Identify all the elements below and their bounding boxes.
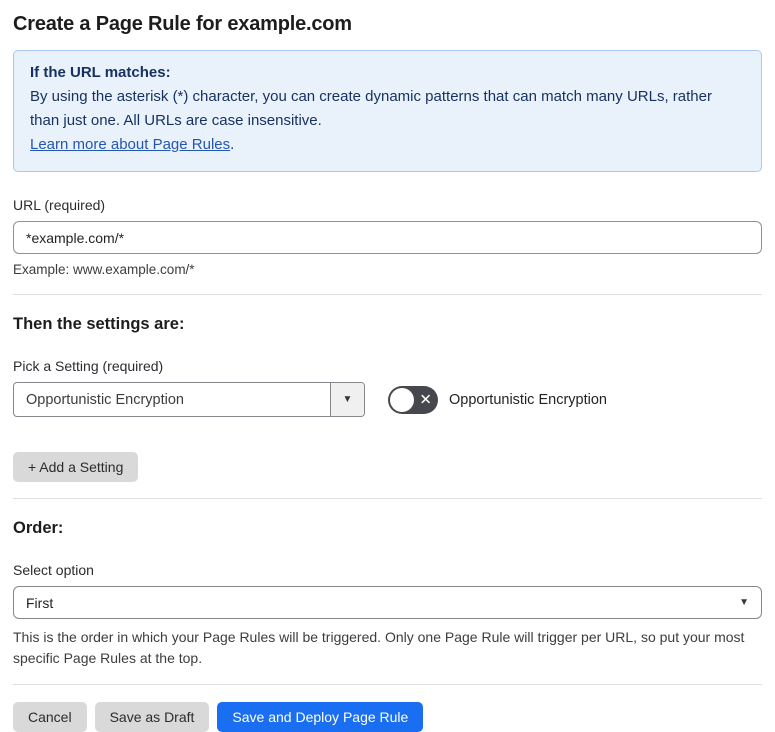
- save-draft-button[interactable]: Save as Draft: [94, 702, 210, 732]
- order-select-label: Select option: [13, 562, 94, 578]
- section-divider: [13, 294, 762, 295]
- save-deploy-button[interactable]: Save and Deploy Page Rule: [217, 702, 424, 732]
- url-field-label: URL (required): [13, 197, 106, 213]
- url-input[interactable]: [13, 221, 762, 254]
- setting-dropdown-button[interactable]: ▼: [330, 383, 364, 416]
- form-actions: Cancel Save as Draft Save and Deploy Pag…: [13, 702, 762, 732]
- setting-dropdown[interactable]: Opportunistic Encryption ▼: [13, 382, 365, 417]
- learn-more-link[interactable]: Learn more about Page Rules: [30, 136, 230, 153]
- toggle-off-x-icon: ✕: [419, 391, 432, 408]
- order-section-heading: Order:: [13, 519, 64, 537]
- toggle-knob: [390, 387, 414, 412]
- setting-dropdown-value: Opportunistic Encryption: [26, 391, 184, 408]
- url-match-info-box: If the URL matches: By using the asteris…: [13, 50, 762, 172]
- url-example-text: Example: www.example.com/*: [13, 262, 195, 277]
- actions-divider: [13, 684, 762, 685]
- page-rule-form: Create a Page Rule for example.com If th…: [0, 13, 775, 732]
- add-setting-button[interactable]: + Add a Setting: [13, 452, 139, 482]
- link-suffix: .: [230, 136, 235, 153]
- opportunistic-encryption-toggle[interactable]: ✕: [388, 385, 438, 414]
- cancel-button[interactable]: Cancel: [13, 702, 87, 732]
- pick-setting-label: Pick a Setting (required): [13, 358, 164, 374]
- info-box-heading: If the URL matches:: [30, 64, 171, 81]
- caret-down-icon: ▼: [739, 597, 749, 608]
- order-help-text: This is the order in which your Page Rul…: [13, 629, 745, 666]
- caret-down-icon: ▼: [342, 394, 353, 405]
- toggle-label: Opportunistic Encryption: [449, 391, 607, 408]
- page-title: Create a Page Rule for example.com: [13, 13, 352, 35]
- order-select-value: First: [26, 594, 54, 611]
- info-box-link-line: Learn more about Page Rules.: [30, 133, 745, 157]
- settings-section-heading: Then the settings are:: [13, 315, 185, 333]
- setting-row: Opportunistic Encryption ▼ ✕ Opportunist…: [13, 382, 762, 417]
- info-box-body: By using the asterisk (*) character, you…: [30, 88, 712, 129]
- order-select[interactable]: First ▼: [13, 586, 762, 619]
- order-divider: [13, 498, 762, 499]
